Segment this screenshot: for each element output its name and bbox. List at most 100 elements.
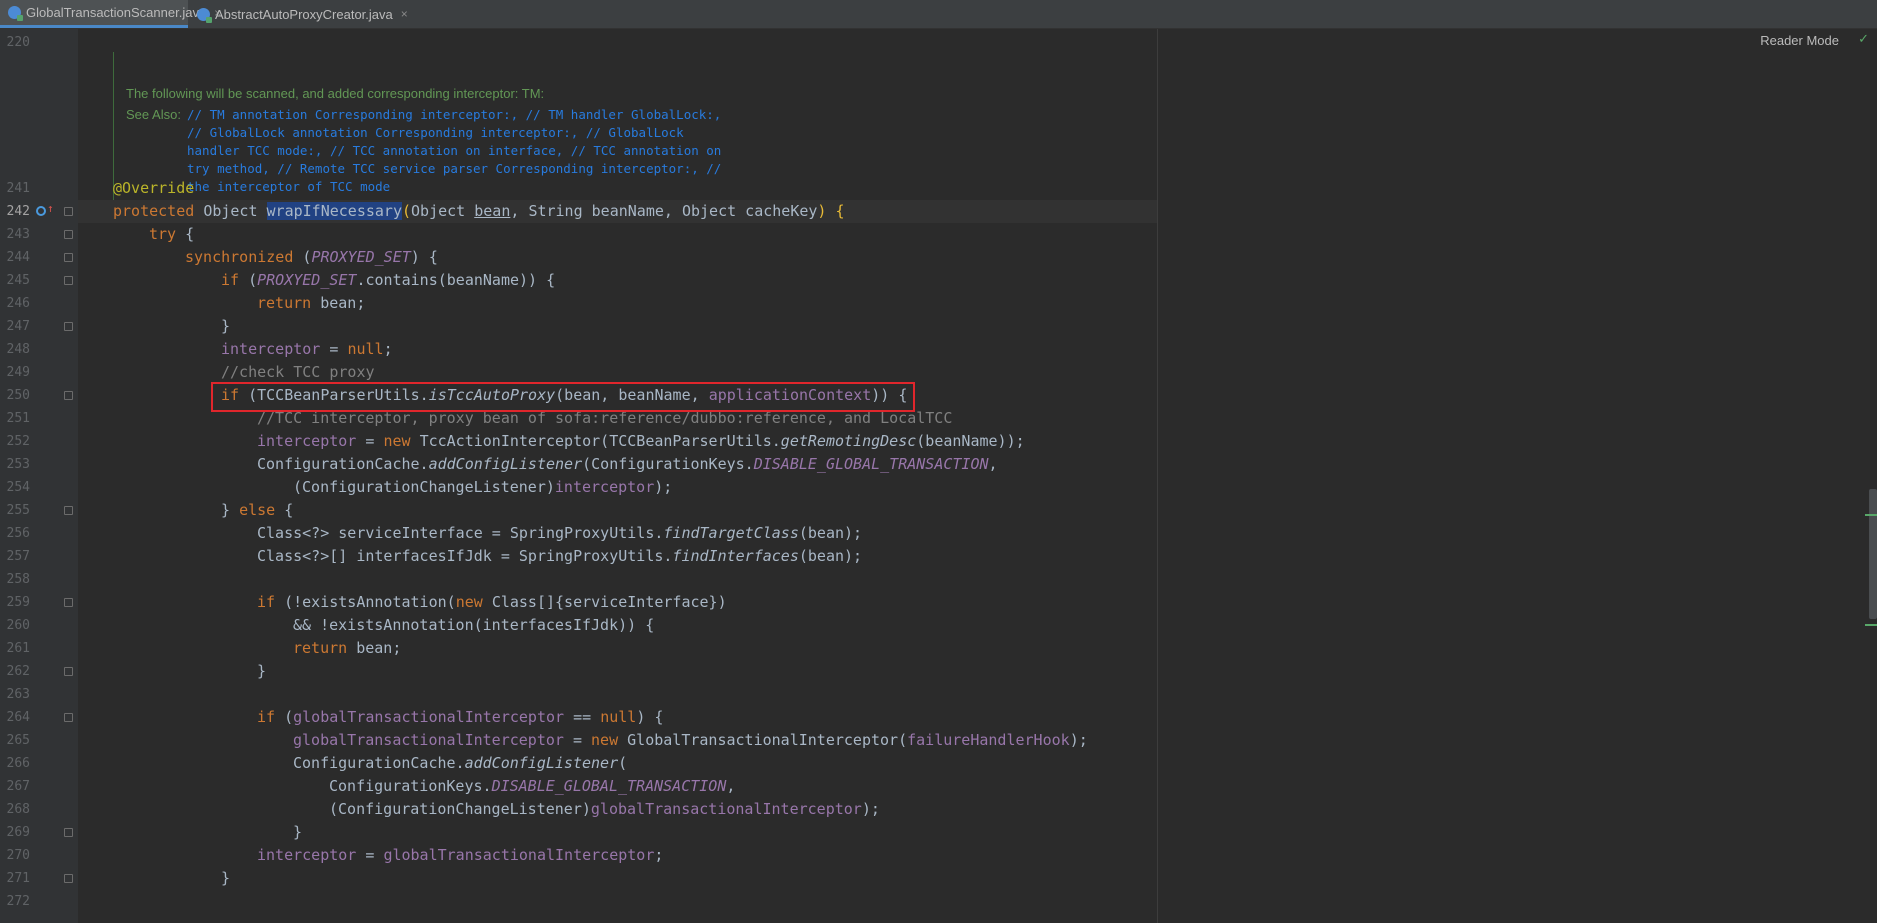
tab-abstractautoproxycreator[interactable]: AbstractAutoProxyCreator.java ×: [189, 0, 408, 28]
fold-icon[interactable]: [64, 713, 73, 722]
fold-icon[interactable]: [64, 207, 73, 216]
line-number: 246: [6, 296, 30, 311]
line-number: 256: [6, 526, 30, 541]
line-number: 267: [6, 779, 30, 794]
code-line: ConfigurationCache.addConfigListener(: [293, 754, 628, 772]
code-line: return bean;: [257, 294, 366, 312]
scrollbar-change-marker: [1865, 514, 1877, 516]
see-also-link[interactable]: handler TCC mode:, // TCC annotation on …: [187, 143, 721, 158]
code-line: }: [293, 823, 303, 841]
editor-tab-bar: GlobalTransactionScanner.java × Abstract…: [0, 0, 1877, 29]
fold-icon[interactable]: [64, 253, 73, 262]
scrollbar-change-marker: [1865, 624, 1877, 626]
code-line: synchronized (PROXYED_SET) {: [185, 248, 438, 266]
line-number: 271: [6, 871, 30, 886]
code-line: if (globalTransactionalInterceptor == nu…: [257, 708, 664, 726]
tab-label: GlobalTransactionScanner.java: [26, 5, 207, 20]
selected-method-name: wrapIfNecessary: [266, 202, 402, 220]
line-number: 245: [6, 273, 30, 288]
line-number: 247: [6, 319, 30, 334]
code-line: protected Object wrapIfNecessary(Object …: [113, 202, 845, 220]
see-also-link[interactable]: the interceptor of TCC mode: [187, 179, 390, 194]
line-number: 272: [6, 894, 30, 909]
code-line: try {: [149, 225, 195, 243]
line-number: 252: [6, 434, 30, 449]
line-number: 261: [6, 641, 30, 656]
line-number: 269: [6, 825, 30, 840]
line-number-gutter: 220 241 242 243 244 245 246 247 248 249 250 251 252…: [0, 29, 78, 923]
fold-icon[interactable]: [64, 828, 73, 837]
line-number: 220: [6, 35, 30, 50]
code-line: (ConfigurationChangeListener)interceptor…: [293, 478, 673, 496]
fold-icon[interactable]: [64, 322, 73, 331]
line-number: 250: [6, 388, 30, 403]
line-number: 242: [6, 204, 30, 219]
tab-label: AbstractAutoProxyCreator.java: [215, 6, 393, 22]
code-line: && !existsAnnotation(interfacesIfJdk)) {: [293, 616, 655, 634]
vertical-scrollbar-thumb[interactable]: [1869, 489, 1877, 619]
see-also-link[interactable]: // GlobalLock annotation Corresponding i…: [187, 125, 684, 140]
line-number: 263: [6, 687, 30, 702]
code-line: if (PROXYED_SET.contains(beanName)) {: [221, 271, 556, 289]
class-file-icon: [8, 6, 23, 21]
code-line: return bean;: [293, 639, 402, 657]
code-line: if (!existsAnnotation(new Class[]{servic…: [257, 593, 727, 611]
line-number: 244: [6, 250, 30, 265]
code-line: Class<?> serviceInterface = SpringProxyU…: [257, 524, 863, 542]
override-marker-icon[interactable]: [36, 206, 46, 216]
code-line: }: [221, 869, 231, 887]
line-number: 260: [6, 618, 30, 633]
line-number: 258: [6, 572, 30, 587]
line-number: 266: [6, 756, 30, 771]
code-line: ConfigurationCache.addConfigListener(Con…: [257, 455, 998, 473]
line-number: 253: [6, 457, 30, 472]
fold-icon[interactable]: [64, 276, 73, 285]
see-also-label: See Also:: [126, 107, 181, 122]
checkmark-icon: ✓: [1858, 32, 1869, 47]
see-also-link[interactable]: try method, // Remote TCC service parser…: [187, 161, 721, 176]
code-line: } else {: [221, 501, 294, 519]
close-icon[interactable]: ×: [401, 7, 408, 21]
line-number: 254: [6, 480, 30, 495]
line-number: 264: [6, 710, 30, 725]
code-line: //check TCC proxy: [221, 363, 375, 381]
rendered-javadoc[interactable]: The following will be scanned, and added…: [113, 52, 754, 200]
see-also-link[interactable]: // TM annotation Corresponding intercept…: [187, 107, 721, 122]
code-line: interceptor = globalTransactionalInterce…: [257, 846, 664, 864]
line-number: 257: [6, 549, 30, 564]
fold-icon[interactable]: [64, 598, 73, 607]
code-line: interceptor = new TccActionInterceptor(T…: [257, 432, 1025, 450]
line-number: 265: [6, 733, 30, 748]
tab-globaltransactionscanner[interactable]: GlobalTransactionScanner.java ×: [0, 0, 221, 28]
fold-icon[interactable]: [64, 230, 73, 239]
fold-icon[interactable]: [64, 391, 73, 400]
line-number: 251: [6, 411, 30, 426]
code-line: Class<?>[] interfacesIfJdk = SpringProxy…: [257, 547, 863, 565]
line-number: 249: [6, 365, 30, 380]
code-line: }: [257, 662, 267, 680]
code-line: ConfigurationKeys.DISABLE_GLOBAL_TRANSAC…: [329, 777, 736, 795]
line-number: 255: [6, 503, 30, 518]
class-file-icon: [197, 7, 212, 23]
code-line: @Override: [113, 179, 195, 197]
line-number: 248: [6, 342, 30, 357]
code-line: //TCC interceptor, proxy bean of sofa:re…: [257, 409, 953, 427]
fold-icon[interactable]: [64, 874, 73, 883]
code-line: }: [221, 317, 231, 335]
javadoc-description: The following will be scanned, and added…: [126, 86, 545, 101]
code-line: globalTransactionalInterceptor = new Glo…: [293, 731, 1088, 749]
right-margin-guide: [1157, 29, 1158, 923]
code-editor[interactable]: 220 241 242 243 244 245 246 247 248 249 250 251 252…: [0, 29, 1877, 923]
code-line: interceptor = null;: [221, 340, 393, 358]
line-number: 259: [6, 595, 30, 610]
reader-mode-button[interactable]: Reader Mode: [1760, 33, 1839, 48]
line-number: 270: [6, 848, 30, 863]
line-number: 243: [6, 227, 30, 242]
overrides-arrow-icon: ↑: [47, 202, 54, 215]
code-line: if (TCCBeanParserUtils.isTccAutoProxy(be…: [221, 386, 908, 404]
code-line: (ConfigurationChangeListener)globalTrans…: [329, 800, 880, 818]
fold-icon[interactable]: [64, 667, 73, 676]
fold-icon[interactable]: [64, 506, 73, 515]
line-number: 268: [6, 802, 30, 817]
line-number: 241: [6, 181, 30, 196]
